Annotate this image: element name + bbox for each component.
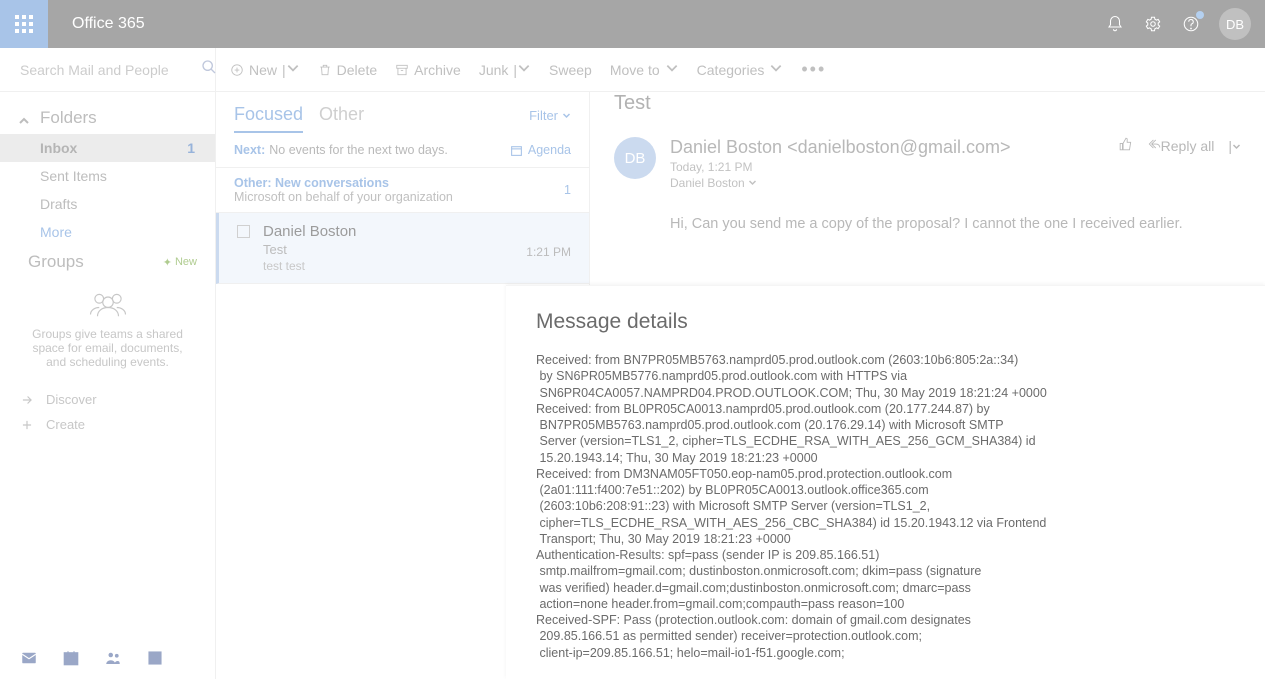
folder-inbox[interactable]: Inbox1 <box>0 134 215 162</box>
command-bar: New| Delete Archive Junk| Sweep Move to … <box>216 48 1265 92</box>
brand-title: Office 365 <box>48 15 1105 33</box>
new-group-link[interactable]: ✦ New <box>163 256 197 269</box>
folder-more[interactable]: More <box>0 218 215 246</box>
top-bar: Office 365 DB <box>0 0 1265 48</box>
sweep-button[interactable]: Sweep <box>549 62 592 78</box>
folder-drafts[interactable]: Drafts <box>0 190 215 218</box>
reply-all-button[interactable]: Reply all <box>1147 137 1215 154</box>
more-button[interactable]: ••• <box>801 59 826 80</box>
details-title: Message details <box>536 310 1235 334</box>
trash-icon <box>318 63 332 77</box>
delete-button[interactable]: Delete <box>318 62 377 78</box>
next-text: No events for the next two days. <box>269 143 448 157</box>
notifications-icon[interactable] <box>1105 14 1125 34</box>
junk-button[interactable]: Junk| <box>479 61 531 78</box>
bottom-nav <box>0 637 215 679</box>
people-nav-icon[interactable] <box>104 649 122 667</box>
recipient-name: Daniel Boston <box>670 176 745 190</box>
settings-icon[interactable] <box>1143 14 1163 34</box>
message-checkbox[interactable] <box>237 225 250 238</box>
filter-button[interactable]: Filter <box>529 108 571 123</box>
sender-avatar: DB <box>614 137 656 179</box>
mail-icon[interactable] <box>20 649 38 667</box>
calendar-icon[interactable] <box>62 649 80 667</box>
sidebar: Folders Inbox1 Sent Items Drafts More Gr… <box>0 48 216 679</box>
create-link[interactable]: Create <box>0 412 215 437</box>
message-item[interactable]: Daniel Boston Test test test 1:21 PM <box>216 213 589 284</box>
details-text[interactable]: Received: from BN7PR05MB5763.namprd05.pr… <box>536 352 1235 661</box>
sender-name: Daniel Boston <danielboston@gmail.com> <box>670 137 1105 158</box>
reply-dropdown[interactable]: | <box>1228 138 1241 154</box>
tab-focused[interactable]: Focused <box>234 104 303 133</box>
new-button[interactable]: New| <box>230 61 300 78</box>
plus-circle-icon <box>230 63 244 77</box>
other-conversations[interactable]: Other: New conversations Microsoft on be… <box>216 168 589 213</box>
archive-button[interactable]: Archive <box>395 62 461 78</box>
tasks-icon[interactable] <box>146 649 164 667</box>
help-icon[interactable] <box>1181 14 1201 34</box>
user-avatar[interactable]: DB <box>1219 8 1251 40</box>
message-body: Hi, Can you send me a copy of the propos… <box>614 190 1241 236</box>
groups-header[interactable]: Groups ✦ New <box>0 246 215 278</box>
archive-icon <box>395 63 409 77</box>
tab-other[interactable]: Other <box>319 104 364 131</box>
plus-icon <box>20 418 34 432</box>
next-label: Next: <box>234 143 265 157</box>
received-time: Today, 1:21 PM <box>670 160 1105 174</box>
chevron-down-icon[interactable] <box>748 176 757 190</box>
message-time: 1:21 PM <box>526 245 571 259</box>
agenda-link[interactable]: Agenda <box>510 143 571 157</box>
chevron-up-icon <box>18 112 30 124</box>
folder-sent[interactable]: Sent Items <box>0 162 215 190</box>
reply-all-icon <box>1147 137 1161 151</box>
message-from: Daniel Boston <box>263 223 571 240</box>
like-icon[interactable] <box>1119 137 1133 154</box>
discover-link[interactable]: Discover <box>0 387 215 412</box>
folders-header[interactable]: Folders <box>0 102 215 134</box>
search-icon[interactable] <box>201 59 217 80</box>
message-details-panel: Message details Received: from BN7PR05MB… <box>506 285 1265 679</box>
arrow-right-icon <box>20 393 34 407</box>
message-subject: Test <box>263 242 571 257</box>
app-launcher-button[interactable] <box>0 0 48 48</box>
calendar-small-icon <box>510 144 523 157</box>
search-input[interactable] <box>20 62 201 78</box>
people-icon <box>87 290 129 318</box>
message-preview: test test <box>263 259 571 273</box>
groups-empty: Groups give teams a shared space for ema… <box>0 278 215 381</box>
reading-subject: Test <box>614 92 1241 115</box>
moveto-button[interactable]: Move to <box>610 61 679 78</box>
categories-button[interactable]: Categories <box>697 61 784 78</box>
